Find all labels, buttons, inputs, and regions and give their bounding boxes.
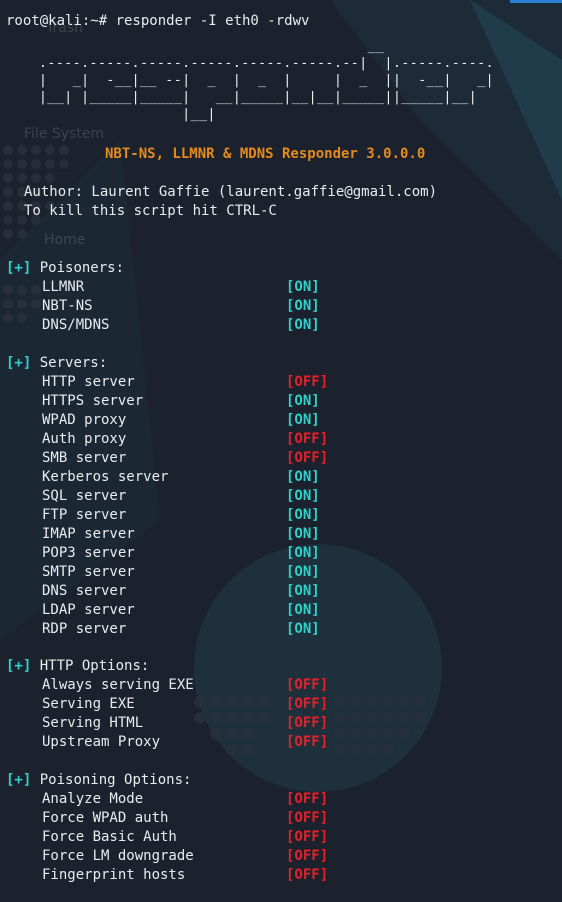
status-on-badge: [ON] — [286, 602, 320, 618]
status-off-badge: [OFF] — [286, 810, 329, 826]
status-off-badge: [OFF] — [286, 867, 329, 883]
status-on-badge: [ON] — [286, 488, 320, 504]
option-label: DNS server — [42, 583, 127, 599]
status-off-badge: [OFF] — [286, 450, 329, 466]
status-on-badge: [ON] — [286, 621, 320, 637]
option-label: Auth proxy — [42, 431, 127, 447]
option-label: NBT-NS — [42, 298, 93, 314]
option-label: Force Basic Auth — [42, 829, 177, 845]
status-off-badge: [OFF] — [286, 829, 329, 845]
status-off-badge: [OFF] — [286, 734, 329, 750]
option-label: Fingerprint hosts — [42, 867, 186, 883]
terminal-window[interactable]: root@kali:~# responder -I eth0 -rdwv __ … — [0, 0, 562, 902]
status-off-badge: [OFF] — [286, 848, 329, 864]
section-header: [+] HTTP Options: — [6, 657, 149, 676]
status-on-badge: [ON] — [286, 469, 320, 485]
status-off-badge: [OFF] — [286, 791, 329, 807]
option-label: IMAP server — [42, 526, 135, 542]
ascii-logo-line-2: .----.-----.-----.-----.-----.-----.--| … — [22, 55, 494, 71]
status-on-badge: [ON] — [286, 317, 320, 333]
status-on-badge: [ON] — [286, 279, 320, 295]
option-label: SMTP server — [42, 564, 135, 580]
option-label: HTTP server — [42, 374, 135, 390]
option-label: LLMNR — [42, 279, 85, 295]
ascii-logo-line-1: __ — [22, 38, 385, 54]
option-label: RDP server — [42, 621, 127, 637]
section-tag: [+] — [6, 772, 32, 788]
option-label: SQL server — [42, 488, 127, 504]
option-label: SMB server — [42, 450, 127, 466]
status-on-badge: [ON] — [286, 583, 320, 599]
section-header: [+] Servers: — [6, 354, 107, 373]
command-line: root@kali:~# responder -I eth0 -rdwv — [6, 13, 310, 29]
responder-banner: NBT-NS, LLMNR & MDNS Responder 3.0.0.0 — [105, 146, 426, 162]
status-on-badge: [ON] — [286, 393, 320, 409]
option-label: Serving EXE — [42, 696, 135, 712]
status-off-badge: [OFF] — [286, 715, 329, 731]
status-on-badge: [ON] — [286, 545, 320, 561]
status-on-badge: [ON] — [286, 564, 320, 580]
ascii-logo-line-5: |__| — [22, 106, 216, 122]
status-on-badge: [ON] — [286, 526, 320, 542]
option-label: Analyze Mode — [42, 791, 144, 807]
option-label: POP3 server — [42, 545, 135, 561]
section-tag: [+] — [6, 355, 32, 371]
section-title: Servers: — [31, 355, 108, 371]
status-off-badge: [OFF] — [286, 374, 329, 390]
ascii-logo-line-3: | _| -__|__ --| _ | _ | | _ || -__| _| — [22, 72, 494, 88]
option-label: Always serving EXE — [42, 677, 194, 693]
option-label: Serving HTML — [42, 715, 144, 731]
section-tag: [+] — [6, 658, 32, 674]
option-label: DNS/MDNS — [42, 317, 110, 333]
status-off-badge: [OFF] — [286, 431, 329, 447]
option-label: HTTPS server — [42, 393, 144, 409]
ascii-logo-line-4: |__| |_____|_____| __|_____|__|__|_____|… — [22, 89, 478, 105]
option-label: Force WPAD auth — [42, 810, 169, 826]
section-title: Poisoners: — [31, 260, 125, 276]
status-off-badge: [OFF] — [286, 696, 329, 712]
option-label: Force LM downgrade — [42, 848, 194, 864]
section-title: Poisoning Options: — [31, 772, 192, 788]
section-header: [+] Poisoning Options: — [6, 771, 191, 790]
status-on-badge: [ON] — [286, 412, 320, 428]
option-label: WPAD proxy — [42, 412, 127, 428]
author-line: Author: Laurent Gaffie (laurent.gaffie@g… — [24, 184, 438, 200]
option-label: FTP server — [42, 507, 127, 523]
option-label: Upstream Proxy — [42, 734, 161, 750]
window-accent-bar — [510, 0, 562, 3]
status-off-badge: [OFF] — [286, 677, 329, 693]
status-on-badge: [ON] — [286, 298, 320, 314]
section-tag: [+] — [6, 260, 32, 276]
kill-hint-line: To kill this script hit CTRL-C — [24, 203, 277, 219]
status-on-badge: [ON] — [286, 507, 320, 523]
section-title: HTTP Options: — [31, 658, 150, 674]
option-label: LDAP server — [42, 602, 135, 618]
section-header: [+] Poisoners: — [6, 259, 124, 278]
option-label: Kerberos server — [42, 469, 169, 485]
